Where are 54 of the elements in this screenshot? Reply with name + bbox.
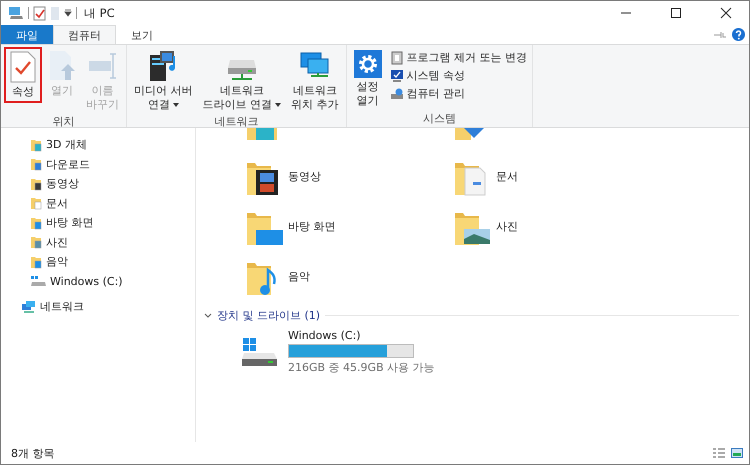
drive-icon <box>242 337 278 367</box>
program-icon <box>390 50 404 64</box>
folder-item[interactable]: 동영상 <box>246 162 454 196</box>
sidebar-item[interactable]: 바탕 화면 <box>1 213 195 232</box>
ribbon-button[interactable]: 설정 열기 <box>350 47 386 111</box>
checkmark-document-icon <box>9 51 37 83</box>
sidebar-item[interactable]: 사진 <box>1 232 195 252</box>
ribbon-button[interactable]: 미디어 서버 연결 <box>130 47 196 115</box>
ribbon-small-button[interactable]: 프로그램 제거 또는 변경 <box>388 49 529 66</box>
drive-name[interactable]: Windows (C:) <box>288 329 435 342</box>
details-view-icon[interactable] <box>713 448 725 458</box>
ribbon-button[interactable]: 속성 <box>4 47 42 103</box>
ribbon-button[interactable]: 네트워크 위치 추가 <box>287 47 342 115</box>
ribbon-button[interactable]: 네트워크 드라이브 연결 <box>198 47 285 115</box>
caret-icon[interactable] <box>64 9 72 17</box>
network-icon <box>21 300 36 314</box>
ribbon-small-button[interactable]: 컴퓨터 관리 <box>388 85 529 102</box>
large-icons-view-icon[interactable] <box>731 448 743 458</box>
sidebar-item[interactable]: 음악 <box>1 252 195 272</box>
window-title: 내 PC <box>84 6 115 20</box>
item-count: 8개 항목 <box>11 446 54 460</box>
ribbon-tab[interactable]: 보기 <box>116 25 168 44</box>
folder-item[interactable]: 사진 <box>454 212 662 246</box>
sidebar-item[interactable]: 다운로드 <box>1 154 195 174</box>
sidebar-item[interactable]: 문서 <box>1 194 195 213</box>
group-label: 시스템 <box>422 112 457 127</box>
pin-icon[interactable] <box>714 30 726 38</box>
computer-icon[interactable] <box>8 6 24 20</box>
sidebar-item[interactable]: 동영상 <box>1 174 195 194</box>
checkmark-icon[interactable] <box>33 6 46 20</box>
folder-item[interactable]: 바탕 화면 <box>246 212 454 246</box>
group-label: 네트워크 <box>213 115 260 128</box>
computer-management-icon <box>390 86 404 100</box>
chevron-icon[interactable] <box>204 312 212 318</box>
group-label: 위치 <box>52 115 76 128</box>
folder-download-icon <box>454 128 486 142</box>
upload-document-icon <box>48 50 76 82</box>
monitor-check-icon <box>390 68 404 82</box>
folder-cube-icon <box>246 128 278 142</box>
ribbon-tab[interactable]: 컴퓨터 <box>53 25 116 44</box>
drive-icon <box>30 275 46 288</box>
folder-item[interactable]: 문서 <box>454 162 662 196</box>
ribbon-tab[interactable]: 파일 <box>1 25 53 44</box>
help-icon[interactable] <box>732 28 745 41</box>
ribbon-small-button[interactable]: 시스템 속성 <box>388 67 529 84</box>
sidebar-item[interactable]: Windows (C:) <box>1 272 195 291</box>
section-header[interactable]: 장치 및 드라이브 (1) <box>204 308 749 323</box>
sidebar-item[interactable]: 3D 개체 <box>1 135 195 154</box>
caret-icon <box>172 102 179 107</box>
drive-capacity: 216GB 중 45.9GB 사용 가능 <box>288 360 435 375</box>
folder-item[interactable]: 음악 <box>246 262 454 296</box>
sidebar-item[interactable]: 네트워크 <box>1 297 195 316</box>
gear-icon <box>354 50 382 78</box>
caret-icon <box>275 102 281 107</box>
